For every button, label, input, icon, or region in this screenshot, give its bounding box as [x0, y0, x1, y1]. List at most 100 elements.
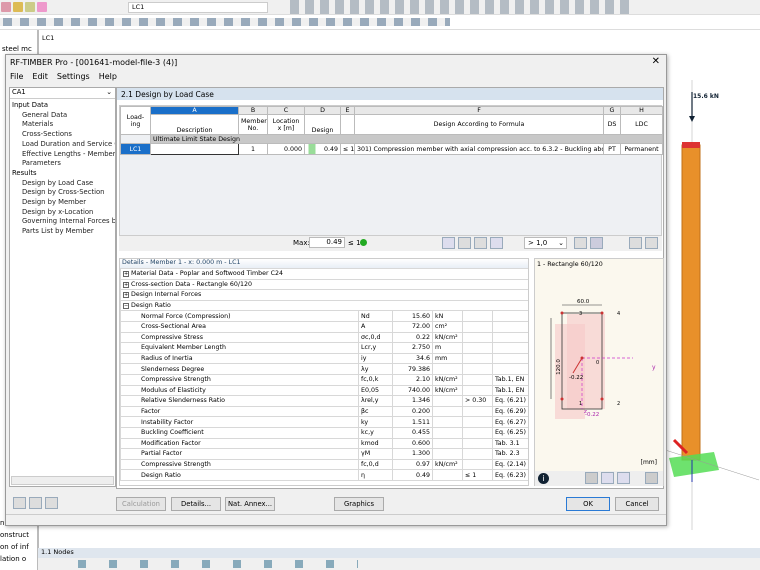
details-group-row[interactable]: +Design Internal Forces	[121, 290, 530, 301]
ok-button[interactable]: OK	[566, 497, 610, 511]
tree-item[interactable]: Materials	[10, 120, 115, 130]
details-value: 2.750	[393, 343, 433, 354]
tree-item[interactable]: Design by Member	[10, 198, 115, 208]
case-select-value: CA1	[12, 88, 26, 96]
color-scale-icon[interactable]	[590, 237, 603, 249]
toolbar-icon[interactable]	[37, 2, 47, 12]
menu-settings[interactable]: Settings	[57, 72, 90, 81]
zoom-all-icon[interactable]	[645, 472, 658, 484]
nat-annex-button[interactable]: Nat. Annex...	[225, 497, 275, 511]
details-group-row[interactable]: −Design Ratio	[121, 300, 530, 311]
close-icon[interactable]: ✕	[652, 56, 660, 67]
col-e[interactable]: E	[341, 107, 355, 115]
menu-file[interactable]: File	[10, 72, 23, 81]
details-unit	[433, 396, 463, 407]
view-tab[interactable]: LC1	[42, 34, 54, 42]
details-unit	[433, 438, 463, 449]
cell-design[interactable]: 0.49	[305, 144, 341, 155]
cell-ds[interactable]: PT	[604, 144, 621, 155]
details-value: 1.511	[393, 417, 433, 428]
cell-member[interactable]: 1	[239, 144, 268, 155]
details-group-row[interactable]: +Material Data - Poplar and Softwood Tim…	[121, 269, 530, 280]
bottom-panel-title: 1.1 Nodes	[38, 548, 760, 558]
cell-formula[interactable]: 301) Compression member with axial compr…	[355, 144, 604, 155]
bottom-toolbar[interactable]	[38, 558, 760, 570]
collapse-icon[interactable]: −	[123, 303, 129, 309]
main-toolbar-2[interactable]	[0, 15, 760, 30]
zoom-icon[interactable]	[585, 472, 598, 484]
col-d[interactable]: D	[305, 107, 341, 115]
expand-icon[interactable]: +	[123, 282, 129, 288]
check-icon[interactable]	[574, 237, 587, 249]
col-h[interactable]: H	[621, 107, 663, 115]
tree-item[interactable]: Governing Internal Forces by Member	[10, 217, 115, 227]
toolbar-icon[interactable]	[1, 2, 11, 12]
cell-loading[interactable]: LC1	[121, 144, 151, 155]
filter-icon[interactable]	[442, 237, 455, 249]
details-unit: mm	[433, 353, 463, 364]
tree-item[interactable]: Design by x-Location	[10, 208, 115, 218]
cell-location[interactable]: 0.000	[268, 144, 305, 155]
details-value: 2.10	[393, 374, 433, 385]
tree-header-input[interactable]: Input Data	[10, 101, 115, 111]
toolbar-icons[interactable]	[290, 0, 630, 14]
tree-item[interactable]: Effective Lengths - Members	[10, 150, 115, 160]
graphics-button[interactable]: Graphics	[334, 497, 384, 511]
tree-header-results[interactable]: Results	[10, 169, 115, 179]
col-b[interactable]: B	[239, 107, 268, 115]
tree-item[interactable]: Parts List by Member	[10, 227, 115, 237]
details-title: Details - Member 1 - x: 0.000 m - LC1	[120, 259, 528, 268]
info-icon[interactable]: i	[538, 473, 549, 484]
toolbar-icon[interactable]	[25, 2, 35, 12]
tree-item[interactable]: Load Duration and Service Class	[10, 140, 115, 150]
tree-scrollbar[interactable]	[11, 476, 114, 485]
expand-icon[interactable]: +	[123, 292, 129, 298]
tree-item[interactable]: General Data	[10, 111, 115, 121]
details-reference: Tab. 2.3	[493, 449, 530, 460]
col-f[interactable]: F	[355, 107, 604, 115]
calculation-button[interactable]: Calculation	[116, 497, 166, 511]
cell-description[interactable]	[151, 144, 239, 155]
eye-icon[interactable]	[645, 237, 658, 249]
details-group-row[interactable]: +Cross-section Data - Rectangle 60/120	[121, 279, 530, 290]
result-diagram-icon[interactable]	[490, 237, 503, 249]
cell-ldc[interactable]: Permanent	[621, 144, 663, 155]
details-unit	[433, 406, 463, 417]
expand-icon[interactable]: +	[123, 271, 129, 277]
help-icon[interactable]	[13, 497, 26, 509]
select-icon[interactable]	[629, 237, 642, 249]
header-location: Location x [m]	[268, 115, 305, 135]
details-group-label: Material Data - Poplar and Softwood Timb…	[131, 270, 283, 277]
header-formula: Design According to Formula	[355, 115, 604, 135]
ratio-filter-select[interactable]: > 1,0⌄	[524, 237, 567, 249]
import-icon[interactable]	[45, 497, 58, 509]
tree-item-selected[interactable]: Design by Load Case	[10, 179, 115, 189]
col-g[interactable]: G	[604, 107, 621, 115]
col-a[interactable]: A	[151, 107, 239, 115]
tree-item[interactable]: Parameters	[10, 159, 115, 169]
tree-item[interactable]: Design by Cross-Section	[10, 188, 115, 198]
tree-item[interactable]: Cross-Sections	[10, 130, 115, 140]
navigator-item[interactable]: steel mc	[0, 45, 32, 53]
details-reference	[493, 364, 530, 375]
details-symbol: Lcr,y	[359, 343, 393, 354]
table-row[interactable]: LC1 1 0.000 0.49 ≤ 1 301) Compression me…	[121, 144, 663, 155]
axes-icon[interactable]	[617, 472, 630, 484]
export-icon[interactable]	[29, 497, 42, 509]
header-member: Member No.	[239, 115, 268, 135]
load-case-select[interactable]: LC1	[128, 2, 268, 13]
menu-help[interactable]: Help	[99, 72, 117, 81]
results-table-area: Load-ing A B C D E F G H Description Mem…	[119, 105, 662, 236]
dimension-icon[interactable]	[601, 472, 614, 484]
col-c[interactable]: C	[268, 107, 305, 115]
chart-icon[interactable]	[458, 237, 471, 249]
toolbar-icon[interactable]	[13, 2, 23, 12]
axis-z-label: z	[584, 409, 587, 415]
cancel-button[interactable]: Cancel	[615, 497, 659, 511]
menu-edit[interactable]: Edit	[32, 72, 48, 81]
details-reference: Tab.1, EN	[493, 385, 530, 396]
hand-icon[interactable]	[474, 237, 487, 249]
cell-le[interactable]: ≤ 1	[341, 144, 355, 155]
details-button[interactable]: Details...	[171, 497, 221, 511]
case-select[interactable]: CA1⌄	[10, 88, 115, 99]
